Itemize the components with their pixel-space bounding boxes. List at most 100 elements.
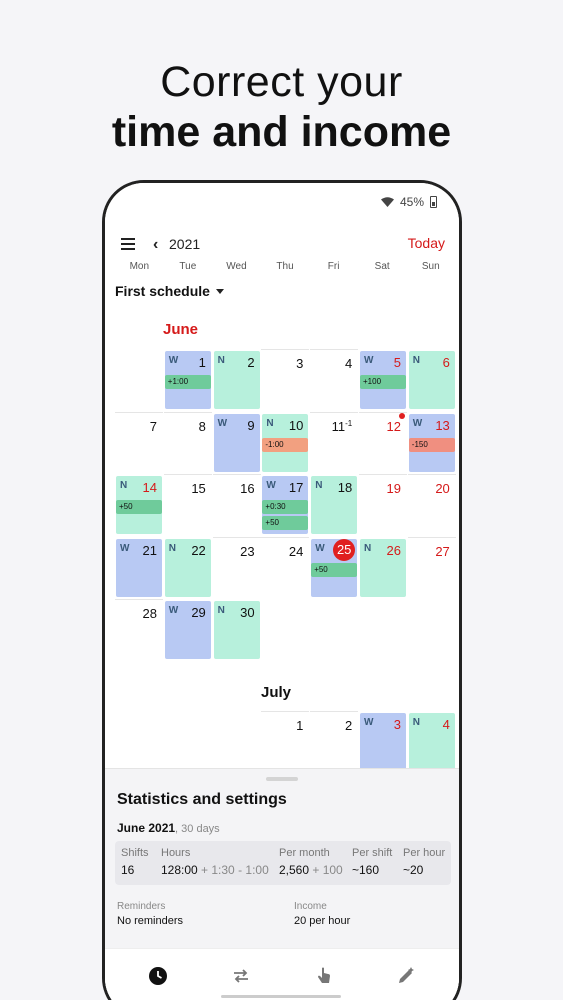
calendar-week-row: 28 W 29 N 30 — [115, 599, 455, 662]
calendar-day-13[interactable]: W 13 -150 — [408, 412, 456, 475]
calendar-day-7[interactable]: 7 — [115, 411, 163, 475]
calendar-day-20[interactable]: 20 — [407, 474, 456, 537]
correction-tag: -1:00 — [262, 437, 309, 452]
calendar-day-12[interactable]: 12 — [359, 411, 407, 475]
calendar-day-11[interactable]: 11-1 — [310, 411, 359, 475]
sheet-drag-handle[interactable] — [266, 777, 298, 781]
calendar-day-30[interactable]: N 30 — [213, 599, 261, 662]
shift-letter: W — [217, 417, 228, 429]
shift-letter: N — [315, 480, 323, 491]
touch-icon[interactable] — [313, 965, 335, 987]
day-number: 7 — [149, 418, 157, 434]
calendar-day-8[interactable]: 8 — [163, 411, 212, 475]
month-label-june: June — [163, 321, 199, 338]
calendar-day-2[interactable]: 2 — [310, 711, 359, 774]
calendar-day-4[interactable]: N4 — [408, 711, 456, 774]
correction-tag: +50 — [311, 562, 358, 577]
correction-tag: -150 — [408, 437, 455, 452]
shift-letter: N — [364, 542, 372, 554]
weekday-label: Wed — [226, 261, 247, 272]
day-number: 3 — [296, 356, 304, 371]
calendar-day-9[interactable]: W9 — [213, 412, 261, 475]
calendar-day-14[interactable]: N 14 +50 — [115, 474, 163, 537]
day-number: 9 — [247, 417, 255, 433]
today-marker: 25 — [333, 538, 356, 561]
calendar-day-6[interactable]: N6 — [408, 349, 456, 412]
edit-icon[interactable] — [395, 965, 417, 987]
shift-letter: W — [266, 480, 276, 491]
day-number: 26 — [386, 542, 401, 558]
day-number: 8 — [198, 418, 206, 434]
weekday-label: Mon — [129, 261, 150, 272]
clock-icon[interactable] — [147, 965, 169, 987]
app-bar: ‹ 2021 Today — [105, 228, 459, 258]
calendar-day-18[interactable]: N 18 — [310, 474, 358, 537]
income-setting[interactable]: Income 20 per hour — [294, 901, 350, 927]
calendar-day-10[interactable]: N 10 -1:00 — [261, 412, 309, 475]
weekday-label: Fri — [327, 261, 340, 272]
chevron-left-icon[interactable]: ‹ — [153, 236, 158, 254]
caret-down-icon — [215, 288, 224, 294]
statistics-sheet[interactable]: Statistics and settings June 2021, 30 da… — [105, 768, 459, 948]
calendar-day-28[interactable]: 28 — [115, 599, 163, 662]
day-number: 6 — [442, 355, 450, 370]
day-number: 10 — [288, 417, 304, 433]
calendar-day-1[interactable]: 1 — [261, 711, 310, 774]
day-number: 4 — [344, 356, 353, 371]
calendar-day-16[interactable]: 16 — [212, 474, 261, 537]
calendar-day-15[interactable]: 15 — [163, 474, 212, 537]
stat-hours: Hours 128:00 + 1:30 - 1:00 — [161, 847, 269, 877]
day-number: 13 — [435, 417, 450, 433]
month-label-july: July — [261, 684, 292, 701]
period-days: , 30 days — [175, 823, 220, 835]
calendar-day-2[interactable]: N2 — [213, 349, 261, 412]
correction-tag: +100 — [360, 375, 406, 389]
shift-letter: N — [412, 717, 421, 728]
calendar-day-3[interactable]: W3 — [359, 711, 407, 774]
calendar-day-3[interactable]: 3 — [261, 349, 310, 412]
calendar-day-23[interactable]: 23 — [212, 536, 261, 600]
calendar-day-21[interactable]: W 21 — [115, 537, 163, 600]
calendar-day-1[interactable]: W 1 +1:00 — [164, 349, 212, 412]
calendar-day-27[interactable]: 27 — [407, 536, 456, 600]
phone-frame: 45% ‹ 2021 Today Mon Tue Wed Thu Fri Sat Sun F… — [102, 180, 462, 1000]
calendar-day-26[interactable]: N 26 — [359, 537, 407, 600]
schedule-selector[interactable]: First schedule — [115, 283, 224, 299]
day-number: 1 — [296, 718, 304, 733]
day-number: 16 — [240, 481, 255, 496]
repeat-icon[interactable] — [230, 965, 252, 987]
shift-letter: W — [168, 605, 179, 616]
day-number: 11-1 — [331, 418, 353, 434]
day-number: 4 — [442, 717, 450, 732]
calendar-week-row: W 21 N 22 23 24 W 25 +50 N 26 27 — [115, 536, 456, 600]
stat-shifts: Shifts 16 — [121, 847, 149, 877]
calendar-day-29[interactable]: W 29 — [164, 599, 212, 662]
correction-tag: +50 — [262, 516, 309, 530]
calendar-day-25[interactable]: W 25 +50 — [310, 537, 358, 600]
calendar-day-17[interactable]: W 17 +0:30 +50 — [261, 474, 309, 537]
correction-tag: +1:00 — [164, 375, 211, 389]
day-number: 29 — [191, 605, 206, 620]
calendar-week-row: W 1 +1:00 N 2 3 4 W 5 +100 N 6 — [115, 349, 455, 412]
day-number: 2 — [344, 718, 353, 733]
calendar-day-5[interactable]: W 5 +100 — [359, 349, 407, 412]
calendar-day-19[interactable]: 19 — [359, 474, 407, 537]
today-button[interactable]: Today — [408, 235, 445, 251]
day-number: 21 — [142, 542, 157, 558]
calendar-day-4[interactable]: 4 — [310, 349, 359, 412]
calendar-day-24[interactable]: 24 — [261, 536, 310, 600]
day-number: 24 — [288, 543, 304, 559]
reminders-setting[interactable]: Reminders No reminders — [117, 901, 183, 927]
menu-icon[interactable] — [121, 238, 135, 250]
day-number: 30 — [240, 605, 255, 620]
stats-summary: Shifts 16 Hours 128:00 + 1:30 - 1:00 Per… — [115, 841, 451, 885]
note-dot — [399, 412, 405, 419]
day-number: 17 — [288, 480, 304, 495]
day-number: 14 — [142, 480, 157, 495]
year-label[interactable]: 2021 — [169, 236, 200, 252]
status-bar: 45% — [380, 195, 437, 209]
day-number: 22 — [191, 542, 206, 558]
day-number: 28 — [142, 606, 157, 621]
schedule-name: First schedule — [115, 283, 210, 299]
calendar-day-22[interactable]: N 22 — [164, 537, 212, 600]
